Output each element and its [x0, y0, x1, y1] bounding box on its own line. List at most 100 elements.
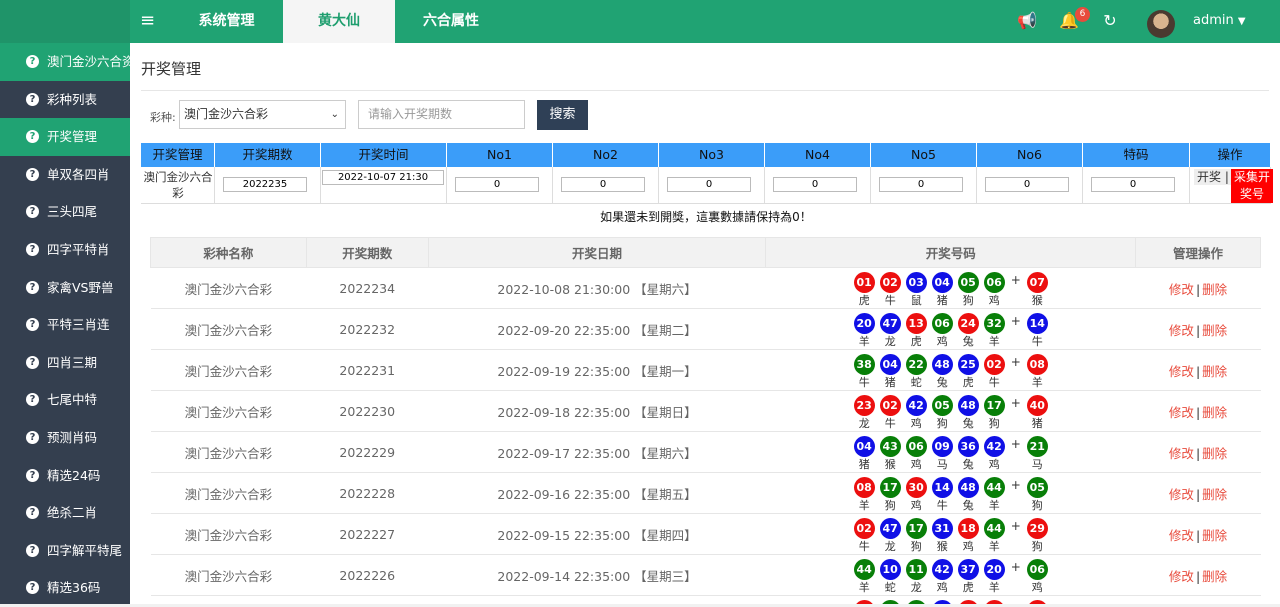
sidebar-item[interactable]: ? 精选36码	[0, 569, 130, 607]
number-input[interactable]	[455, 177, 539, 192]
collect-number-button[interactable]: 采集开奖号	[1231, 169, 1273, 203]
zodiac-label: 猴	[884, 458, 896, 471]
edit-link[interactable]: 修改	[1169, 323, 1194, 338]
edit-link[interactable]: 修改	[1169, 282, 1194, 297]
sidebar-item[interactable]: ? 四字平特肖	[0, 231, 130, 269]
user-menu[interactable]: admin ▼	[1193, 13, 1246, 28]
refresh-icon[interactable]: ↻	[1099, 10, 1121, 32]
number-input[interactable]	[985, 177, 1069, 192]
zodiac-label: 羊	[988, 499, 1000, 512]
number-input[interactable]	[773, 177, 857, 192]
ball-number: 36	[957, 436, 979, 457]
sidebar-item[interactable]: ? 七尾中特	[0, 381, 130, 419]
lottery-name-cell: 澳门金沙六合彩	[150, 472, 307, 514]
ball-number: 40	[1026, 395, 1048, 416]
number-ball: 44 羊	[853, 559, 876, 595]
entry-header-cell: No3	[659, 143, 765, 167]
tab-liuhe-attr[interactable]: 六合属性	[395, 0, 507, 43]
issue-cell: 2022228	[306, 472, 429, 514]
zodiac-label: 鸡	[910, 417, 922, 430]
number-ball: 48兔	[931, 600, 954, 604]
number-ball: 23龙	[957, 600, 980, 604]
ball-number: 29	[983, 600, 1005, 604]
ball-number: 42	[983, 436, 1005, 457]
plus-sign: +	[1010, 314, 1021, 328]
delete-link[interactable]: 删除	[1202, 528, 1227, 543]
plus-sign: +	[1010, 437, 1021, 451]
number-ball: 08 羊	[853, 477, 876, 513]
zodiac-label: 牛	[884, 294, 896, 307]
ball-number: 05	[1026, 477, 1048, 498]
edit-link[interactable]: 修改	[1169, 569, 1194, 584]
number-input[interactable]	[667, 177, 751, 192]
number-ball: 48兔	[957, 395, 980, 431]
delete-link[interactable]: 删除	[1202, 569, 1227, 584]
lottery-select[interactable]: 澳门金沙六合彩 ⌄	[179, 100, 346, 129]
delete-link[interactable]: 删除	[1202, 405, 1227, 420]
ball-number: 17	[905, 518, 927, 539]
zodiac-label: 鸡	[936, 335, 948, 348]
ball-list: 44 羊 10 蛇 11 龙 42 鸡 37 虎 20 羊 +06 鸡	[853, 559, 1049, 595]
zodiac-label: 兔	[936, 376, 948, 389]
sidebar-item[interactable]: ? 平特三肖连	[0, 306, 130, 344]
sidebar-item[interactable]: ? 四字解平特尾	[0, 532, 130, 570]
open-draw-button[interactable]: 开奖 |	[1194, 169, 1232, 185]
edit-link[interactable]: 修改	[1169, 487, 1194, 502]
number-ball: 42 鸡	[983, 436, 1006, 472]
sidebar-item[interactable]: ? 单双各四肖	[0, 156, 130, 194]
number-ball: 18 鸡	[957, 518, 980, 554]
tab-system-manage[interactable]: 系统管理	[170, 0, 283, 43]
sidebar-item[interactable]: ? 澳门金沙六合资	[0, 43, 130, 81]
lottery-select-value: 澳门金沙六合彩	[184, 107, 269, 121]
zodiac-label: 牛	[884, 417, 896, 430]
delete-link[interactable]: 删除	[1202, 282, 1227, 297]
entry-number-cell	[871, 167, 977, 204]
edit-link[interactable]: 修改	[1169, 364, 1194, 379]
delete-link[interactable]: 删除	[1202, 446, 1227, 461]
delete-link[interactable]: 删除	[1202, 323, 1227, 338]
ball-number: 30	[905, 477, 927, 498]
sidebar-item-label: 七尾中特	[47, 392, 98, 408]
edit-link[interactable]: 修改	[1169, 446, 1194, 461]
edit-link[interactable]: 修改	[1169, 405, 1194, 420]
table-row: 澳门金沙六合彩 2022229 2022-09-17 22:35:00 【星期六】 0…	[150, 431, 1261, 473]
number-input[interactable]	[561, 177, 645, 192]
entry-time-input[interactable]	[322, 170, 444, 185]
sidebar-item[interactable]: ? 开奖管理	[0, 118, 130, 156]
entry-issue-input[interactable]	[223, 177, 307, 192]
lottery-name-cell: 澳门金沙六合彩	[150, 267, 307, 309]
table-row: 澳门金沙六合彩 2022228 2022-09-16 22:35:00 【星期五】 0…	[150, 472, 1261, 514]
special-number-input[interactable]	[1091, 177, 1175, 192]
delete-link[interactable]: 删除	[1202, 487, 1227, 502]
tab-huangdaxian[interactable]: 黄大仙	[283, 0, 395, 43]
lottery-name-cell: 澳门金沙六合彩	[150, 431, 307, 473]
megaphone-icon[interactable]: 📢	[1016, 10, 1038, 32]
sidebar-item[interactable]: ? 绝杀二肖	[0, 494, 130, 532]
draw-date-cell: 2022-09-17 22:35:00 【星期六】	[428, 431, 766, 473]
sidebar-item[interactable]: ? 彩种列表	[0, 81, 130, 119]
sidebar-item[interactable]: ? 四肖三期	[0, 344, 130, 382]
avatar[interactable]	[1147, 10, 1175, 38]
sidebar-item[interactable]: ? 三头四尾	[0, 193, 130, 231]
search-button[interactable]: 搜索	[537, 100, 588, 130]
zodiac-label: 牛	[858, 540, 870, 553]
entry-header-cell: 开奖管理	[141, 143, 215, 167]
sidebar-item[interactable]: ? 精选24码	[0, 457, 130, 495]
issue-search-input[interactable]: 请输入开奖期数	[358, 100, 525, 129]
delete-link[interactable]: 删除	[1202, 364, 1227, 379]
number-ball: 01 虎	[853, 272, 876, 308]
ball-number: 42	[905, 395, 927, 416]
ops-separator: |	[1195, 322, 1201, 338]
row-ops-cell: 修改|删除	[1135, 267, 1261, 309]
top-bar: ≡ 系统管理 黄大仙 六合属性 📢 🔔 6 ↻ admin ▼	[0, 0, 1280, 43]
ball-number: 25	[957, 354, 979, 375]
issue-cell: 2022231	[306, 349, 429, 391]
draw-date-cell: 2022-09-20 22:35:00 【星期二】	[428, 308, 766, 350]
number-input[interactable]	[879, 177, 963, 192]
sidebar-item[interactable]: ? 家禽VS野兽	[0, 269, 130, 307]
ops-separator: |	[1195, 527, 1201, 543]
menu-toggle-icon[interactable]: ≡	[140, 11, 160, 31]
zodiac-label: 狗	[988, 417, 1000, 430]
sidebar-item[interactable]: ? 预测肖码	[0, 419, 130, 457]
edit-link[interactable]: 修改	[1169, 528, 1194, 543]
